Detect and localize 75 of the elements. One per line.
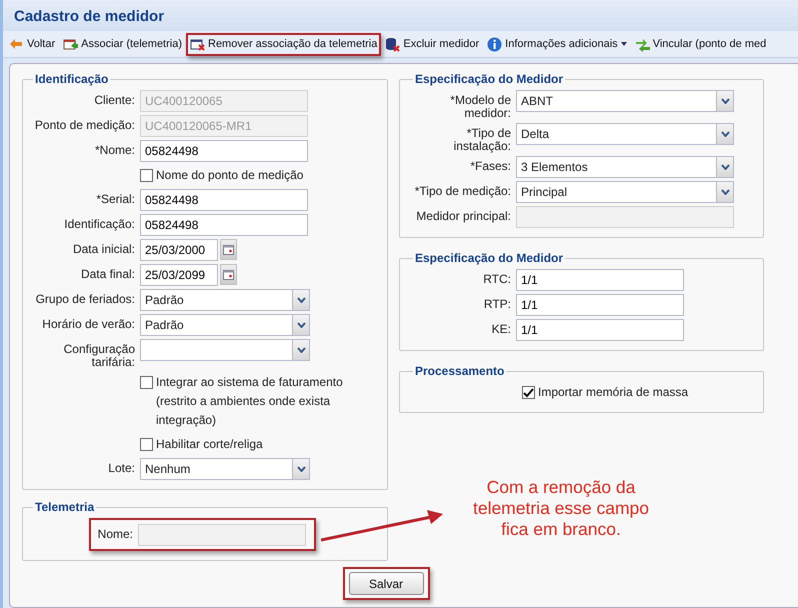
field-label: Ponto de medição: (34, 117, 135, 132)
checkbox[interactable] (140, 438, 153, 451)
window-x-icon (190, 36, 205, 52)
dropdown-field[interactable]: Delta (516, 123, 734, 145)
checkbox-label: Habilitar corte/religa (156, 436, 263, 453)
field-label: RTC: (482, 271, 511, 286)
field-label: *Serial: (95, 191, 135, 206)
section-title: Identificação (34, 72, 110, 86)
toolbar-button[interactable]: Voltar (5, 32, 60, 56)
checkbox[interactable] (522, 386, 535, 399)
field-label: Nome: (96, 526, 133, 543)
caret-icon (296, 347, 306, 353)
dropdown-field[interactable]: Padrão (140, 314, 310, 336)
checkbox-label: Nome do ponto de medição (156, 167, 304, 184)
text-field[interactable]: 05824498 (140, 189, 308, 211)
checkbox[interactable] (140, 376, 153, 389)
calendar-icon (223, 269, 234, 280)
field-label: Data inicial: (72, 241, 135, 256)
database-x-icon (385, 36, 400, 52)
checkbox-label: Integrar ao sistema de faturamento (restrito a ambientes onde exista integração) (156, 374, 344, 429)
window-title: Cadastro de medidor (3, 0, 798, 31)
date-field[interactable]: 25/03/2000 (140, 239, 218, 261)
dropdown-field[interactable]: Padrão (140, 289, 310, 311)
annotation-text: Com a remoção da telemetria esse campo fica em branco. (472, 477, 650, 540)
field-label: Grupo de feriados: (34, 291, 135, 306)
dropdown-field[interactable] (140, 339, 310, 361)
field-label: Cliente: (93, 92, 135, 107)
field-label: Identificação: (63, 216, 135, 231)
field-label: Configuração tarifária: (62, 341, 135, 369)
field-label: Horário de verão: (41, 316, 135, 331)
calendar-button[interactable] (220, 264, 237, 285)
field-label: *Fases: (469, 158, 511, 173)
toolbar-button[interactable]: Associar (telemetria) (59, 32, 186, 56)
text-field[interactable]: 1/1 (516, 294, 684, 316)
dropdown-field[interactable]: 3 Elementos (516, 156, 734, 178)
field-label: RTP: (482, 296, 511, 311)
arrows-icon (634, 36, 650, 52)
calendar-icon (223, 244, 234, 255)
info-icon (487, 36, 502, 52)
date-field[interactable]: 25/03/2099 (140, 264, 218, 286)
field-label: Data final: (80, 266, 135, 281)
field-label: *Modelo de medidor: (449, 92, 511, 120)
section-title: Especificação do Medidor (414, 72, 564, 86)
text-field[interactable]: 05824498 (140, 140, 308, 162)
toolbar-button[interactable]: Remover associação da telemetria (186, 32, 382, 56)
dropdown-field[interactable]: ABNT (516, 90, 734, 112)
caret-icon (720, 131, 730, 137)
checkbox-label: Importar memória de massa (538, 384, 688, 401)
caret-icon (720, 164, 730, 170)
arrow-icon (9, 36, 24, 52)
dropdown-field[interactable]: Nenhum (140, 458, 310, 480)
field-label: *Tipo de instalação: (452, 125, 511, 153)
field-label: KE: (490, 321, 511, 336)
field-label: Lote: (107, 460, 135, 475)
text-field[interactable]: 1/1 (516, 319, 684, 341)
field-label: *Nome: (94, 142, 135, 157)
checkbox[interactable] (140, 169, 153, 182)
caret-icon (296, 322, 306, 328)
text-field[interactable]: 05824498 (140, 214, 308, 236)
section-title: Processamento (414, 364, 506, 378)
toolbar-button[interactable]: Vincular (ponto de med (630, 32, 770, 56)
toolbar-button[interactable]: Excluir medidor (381, 32, 484, 56)
dropdown-field[interactable]: Principal (516, 181, 734, 203)
calendar-button[interactable] (220, 239, 237, 260)
text-field[interactable]: 1/1 (516, 269, 684, 291)
toolbar-button[interactable]: Informações adicionais (483, 32, 631, 56)
caret-icon (720, 189, 730, 195)
caret-icon (296, 466, 306, 472)
caret-icon (296, 297, 306, 303)
field-label: *Tipo de medição: (414, 183, 511, 198)
section-title: Telemetria (34, 500, 96, 514)
section-title: Especificação do Medidor (414, 251, 564, 265)
caret-icon (720, 98, 730, 104)
field-label: Medidor principal: (415, 208, 511, 223)
save-button[interactable]: Salvar (348, 572, 424, 595)
